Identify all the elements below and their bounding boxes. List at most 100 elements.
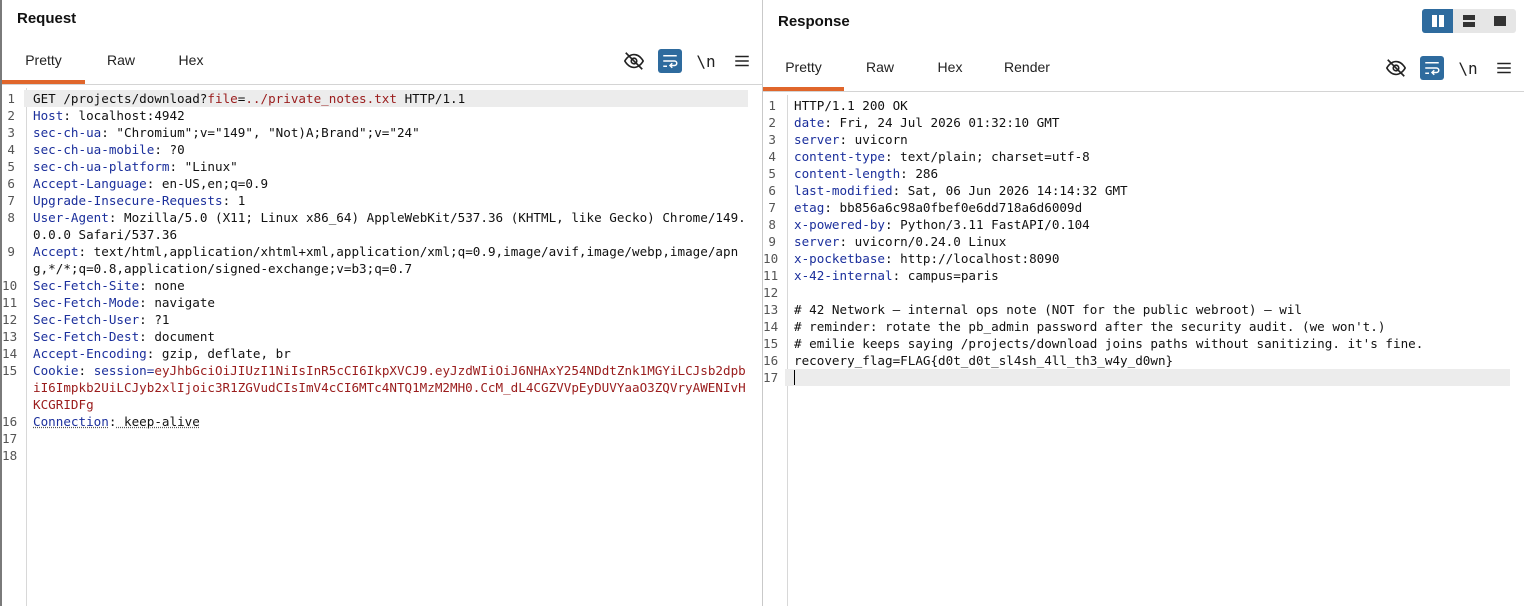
request-tab-raw[interactable]: Raw	[85, 44, 157, 84]
response-tabs: Pretty Raw Hex Render \n	[763, 51, 1524, 92]
line-content	[24, 430, 748, 447]
newline-toggle[interactable]: \n	[1456, 56, 1480, 80]
line-number: 16	[2, 414, 18, 429]
line-number: 12	[763, 285, 779, 300]
split-horizontal-icon[interactable]	[1453, 9, 1484, 33]
body-text: HTTP/1.1 200 OK	[794, 98, 908, 113]
line-content: Sec-Fetch-User: ?1	[24, 311, 748, 328]
header-value: keep-alive	[116, 414, 200, 429]
line-number: 12	[2, 312, 18, 327]
line-content: content-type: text/plain; charset=utf-8	[785, 148, 1510, 165]
response-tab-pretty[interactable]: Pretty	[763, 51, 844, 91]
code-line: 15 Cookie: session=eyJhbGciOiJIUzI1NiIsIn…	[2, 362, 748, 413]
header-value: document	[146, 329, 215, 344]
code-line: 8 User-Agent: Mozilla/5.0 (X11; Linux x86…	[2, 209, 748, 243]
http-message-editor: Request Pretty Raw Hex \n 1 GET /projects…	[0, 0, 1524, 606]
line-content: sec-ch-ua-mobile: ?0	[24, 141, 748, 158]
newline-toggle[interactable]: \n	[694, 49, 718, 73]
code-line: 9 Accept: text/html,application/xhtml+xml…	[2, 243, 748, 277]
request-tab-pretty[interactable]: Pretty	[2, 44, 85, 84]
response-editor[interactable]: 1 HTTP/1.1 200 OK 2 date: Fri, 24 Jul 2026 …	[763, 95, 1524, 606]
layout-toggle	[1422, 9, 1516, 33]
line-content	[785, 369, 1510, 386]
menu-icon[interactable]	[730, 49, 754, 73]
code-line: 13 Sec-Fetch-Dest: document	[2, 328, 748, 345]
response-tab-render[interactable]: Render	[984, 51, 1070, 91]
code-line: 1 GET /projects/download?file=../private_…	[2, 90, 748, 107]
line-content	[785, 284, 1510, 301]
header-value: ?0	[161, 142, 185, 157]
code-line: 13 # 42 Network — internal ops note (NOT …	[763, 301, 1510, 318]
code-line: 17	[2, 430, 748, 447]
line-content: Connection: keep-alive	[24, 413, 748, 430]
request-editor[interactable]: 1 GET /projects/download?file=../private_…	[2, 88, 762, 606]
line-content: x-42-internal: campus=paris	[785, 267, 1510, 284]
body-text: # 42 Network — internal ops note (NOT fo…	[794, 302, 1302, 317]
header-space	[86, 363, 94, 378]
header-colon: :	[139, 329, 147, 344]
line-content: sec-ch-ua: "Chromium";v="149", "Not)A;Br…	[24, 124, 748, 141]
header-name: Upgrade-Insecure-Requests	[33, 193, 223, 208]
header-name: x-42-internal	[794, 268, 893, 283]
request-tab-hex[interactable]: Hex	[157, 44, 225, 84]
header-value: 1	[230, 193, 246, 208]
header-name: sec-ch-ua-mobile	[33, 142, 155, 157]
header-colon: :	[154, 142, 162, 157]
response-title: Response	[778, 13, 850, 30]
line-content: server: uvicorn/0.24.0 Linux	[785, 233, 1510, 250]
line-content: # 42 Network — internal ops note (NOT fo…	[785, 301, 1510, 318]
line-number: 4	[7, 142, 15, 157]
body-text: # reminder: rotate the pb_admin password…	[794, 319, 1386, 334]
response-tab-raw[interactable]: Raw	[844, 51, 916, 91]
request-title: Request	[17, 10, 77, 27]
query-param-value: ../private_notes.txt	[245, 91, 397, 106]
code-line: 8 x-powered-by: Python/3.11 FastAPI/0.104	[763, 216, 1510, 233]
code-line: 16 Connection: keep-alive	[2, 413, 748, 430]
single-pane-icon[interactable]	[1485, 9, 1516, 33]
header-colon: :	[78, 244, 87, 259]
response-tab-hex[interactable]: Hex	[916, 51, 984, 91]
code-line: 12	[763, 284, 1510, 301]
line-content: Accept-Encoding: gzip, deflate, br	[24, 345, 748, 362]
line-content: HTTP/1.1 200 OK	[785, 97, 1510, 114]
code-line: 14 Accept-Encoding: gzip, deflate, br	[2, 345, 748, 362]
header-colon: :	[839, 132, 848, 147]
line-content: Cookie: session=eyJhbGciOiJIUzI1NiIsInR5…	[24, 362, 748, 413]
header-name: server	[794, 132, 840, 147]
code-line: 5 sec-ch-ua-platform: "Linux"	[2, 158, 748, 175]
line-content: # emilie keeps saying /projects/download…	[785, 335, 1510, 352]
code-line: 12 Sec-Fetch-User: ?1	[2, 311, 748, 328]
split-vertical-icon[interactable]	[1422, 9, 1454, 33]
protocol: HTTP/1.1	[396, 91, 466, 106]
header-name: Accept	[33, 244, 79, 259]
header-colon: :	[63, 108, 71, 123]
line-content: x-powered-by: Python/3.11 FastAPI/0.104	[785, 216, 1510, 233]
line-content: User-Agent: Mozilla/5.0 (X11; Linux x86_…	[24, 209, 748, 243]
code-line: 3 server: uvicorn	[763, 131, 1510, 148]
line-number: 1	[7, 91, 15, 106]
menu-icon[interactable]	[1492, 56, 1516, 80]
line-content: content-length: 286	[785, 165, 1510, 182]
code-line: 7 Upgrade-Insecure-Requests: 1	[2, 192, 748, 209]
header-value: uvicorn/0.24.0 Linux	[847, 234, 1007, 249]
cookie-name: session=	[93, 363, 155, 378]
header-name: content-length	[794, 166, 901, 181]
header-name: User-Agent	[33, 210, 109, 225]
line-content: recovery_flag=FLAG{d0t_d0t_sl4sh_4ll_th3…	[785, 352, 1510, 369]
header-name: last-modified	[794, 183, 893, 198]
line-number: 1	[768, 98, 776, 113]
wrap-icon[interactable]	[1420, 56, 1444, 80]
line-content: last-modified: Sat, 06 Jun 2026 14:14:32…	[785, 182, 1510, 199]
header-name: server	[794, 234, 840, 249]
response-toolbar: \n	[1384, 51, 1516, 85]
request-line-path: GET /projects/download?	[33, 91, 208, 106]
eye-off-icon[interactable]	[1384, 56, 1408, 80]
line-number: 2	[7, 108, 15, 123]
eye-off-icon[interactable]	[622, 49, 646, 73]
code-line: 4 sec-ch-ua-mobile: ?0	[2, 141, 748, 158]
wrap-icon[interactable]	[658, 49, 682, 73]
header-colon: :	[824, 115, 832, 130]
code-line: 2 date: Fri, 24 Jul 2026 01:32:10 GMT	[763, 114, 1510, 131]
header-name: Sec-Fetch-Mode	[33, 295, 140, 310]
header-value: localhost:4942	[70, 108, 185, 123]
